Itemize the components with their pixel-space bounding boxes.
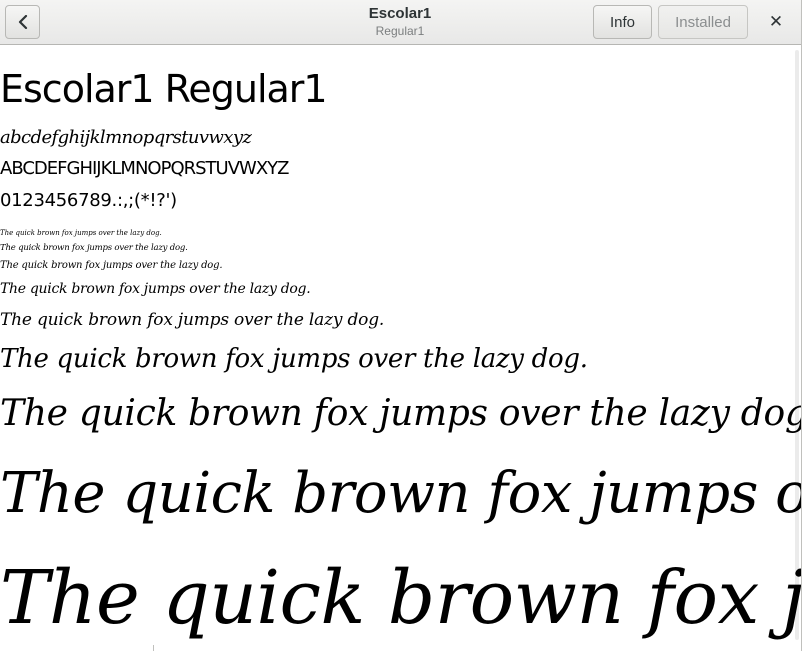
pangram-size-6: The quick brown fox jumps over the lazy …	[0, 344, 588, 374]
close-button[interactable]: ✕	[760, 5, 792, 39]
pangram-size-5: The quick brown fox jumps over the lazy …	[0, 310, 385, 330]
info-button[interactable]: Info	[593, 5, 652, 39]
header-bar: Escolar1 Regular1 Info Installed ✕	[0, 0, 801, 45]
pangram-size-7: The quick brown fox jumps over the lazy …	[0, 393, 801, 434]
chevron-left-icon	[18, 15, 27, 29]
font-viewer-window: Escolar1 Regular1 Info Installed ✕ Escol…	[0, 0, 802, 651]
digits-preview: 0123456789.:,;(*!?')	[0, 190, 177, 211]
pangram-size-4: The quick brown fox jumps over the lazy …	[0, 281, 311, 297]
divider	[153, 645, 154, 651]
back-button[interactable]	[5, 5, 40, 39]
scrollbar[interactable]	[795, 50, 799, 640]
font-preview: Escolar1 Regular1 abcdefghijklmnopqrstuv…	[0, 45, 801, 651]
lowercase-preview: abcdefghijklmnopqrstuvwxyz	[0, 127, 252, 148]
pangram-size-1: The quick brown fox jumps over the lazy …	[0, 229, 162, 237]
window-title: Escolar1	[368, 5, 432, 22]
uppercase-preview: ABCDEFGHIJKLMNOPQRSTUVWXYZ	[0, 158, 289, 179]
pangram-size-3: The quick brown fox jumps over the lazy …	[0, 260, 223, 271]
pangram-size-2: The quick brown fox jumps over the lazy …	[0, 243, 188, 253]
close-icon: ✕	[768, 12, 784, 31]
pangram-size-8: The quick brown fox jumps over the lazy …	[0, 461, 801, 526]
installed-button[interactable]: Installed	[658, 5, 748, 39]
font-name-preview: Escolar1 Regular1	[0, 67, 328, 111]
pangram-size-9: The quick brown fox jumps over the lazy …	[0, 555, 801, 641]
window-subtitle: Regular1	[375, 24, 425, 38]
title-block: Escolar1 Regular1	[300, 4, 500, 38]
